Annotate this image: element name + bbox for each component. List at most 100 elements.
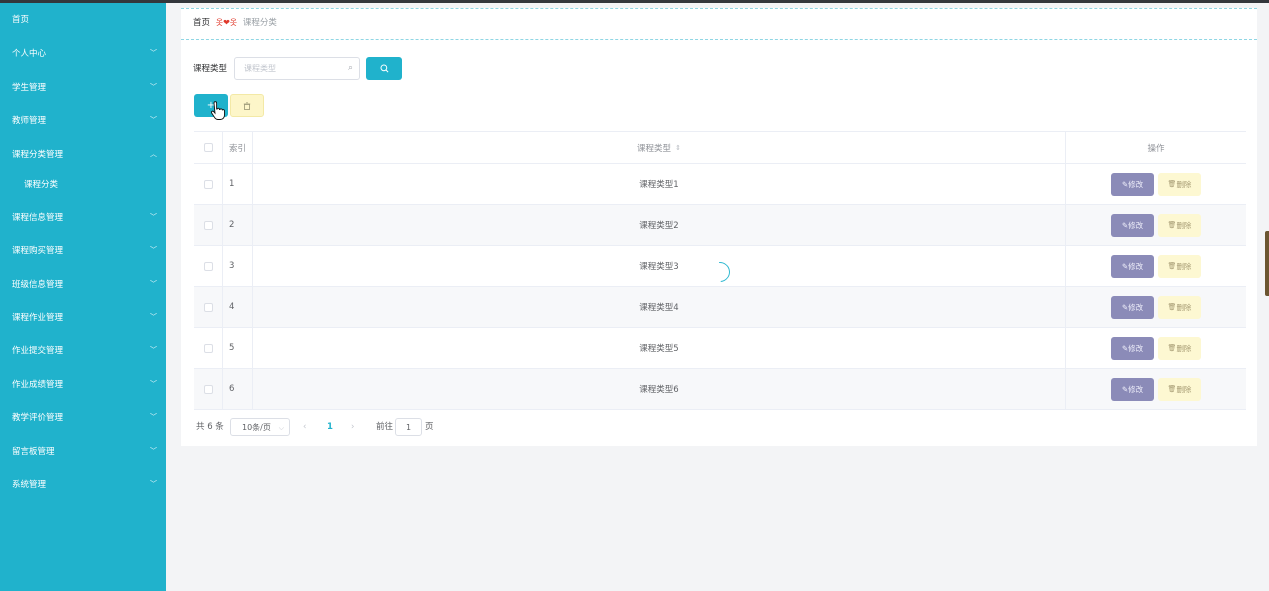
sidebar-item[interactable]: 个人中心 ﹀	[0, 43, 166, 65]
chevron-up-icon: ︿	[150, 150, 157, 158]
row-type-cell: 课程类型6	[253, 369, 1066, 409]
pagination-total: 共 6 条	[196, 422, 224, 432]
chevron-down-icon: ﹀	[150, 213, 157, 221]
header-index-cell: 索引	[223, 132, 253, 163]
chevron-down-icon: ﹀	[150, 83, 157, 91]
sidebar-item[interactable]: 系统管理 ﹀	[0, 474, 166, 496]
trash-icon: 🗑	[1167, 344, 1177, 352]
chevron-down-icon: ﹀	[150, 413, 157, 421]
sidebar-item[interactable]: 首页	[0, 9, 166, 31]
breadcrumb: 首页 옷❤옷 课程分类	[181, 8, 1257, 40]
row-index: 5	[229, 343, 235, 353]
row-checkbox[interactable]	[203, 302, 213, 312]
row-index-cell: 3	[223, 246, 253, 286]
sidebar-item-label: 首页	[12, 15, 30, 25]
chevron-down-icon: ﹀	[150, 116, 157, 124]
delete-button[interactable]: 🗑 删除	[1158, 213, 1201, 237]
row-checkbox[interactable]	[203, 179, 213, 189]
row-checkbox-cell	[194, 205, 223, 245]
row-index: 1	[229, 179, 235, 189]
sidebar-item-label: 作业成绩管理	[12, 380, 64, 390]
sort-icon[interactable]: ⇕	[675, 144, 681, 152]
sidebar-item[interactable]: 教师管理 ﹀	[0, 110, 166, 132]
sidebar-item[interactable]: 班级信息管理 ﹀	[0, 274, 166, 296]
search-icon: ⌕	[347, 63, 353, 73]
sidebar-item[interactable]: 课程购买管理 ﹀	[0, 240, 166, 262]
table-row: 5 课程类型5 ✎ 修改 🗑 删除	[194, 328, 1246, 369]
header-type-cell[interactable]: 课程类型 ⇕	[253, 132, 1066, 163]
table-header: 索引 课程类型 ⇕ 操作	[194, 131, 1246, 164]
delete-button[interactable]: 🗑 删除	[1158, 295, 1201, 319]
chevron-down-icon: ﹀	[150, 480, 157, 488]
select-all-checkbox[interactable]	[203, 143, 213, 152]
page-size-select[interactable]: 10条/页 ⌵	[230, 418, 290, 436]
sidebar-item-label: 留言板管理	[12, 447, 55, 457]
row-checkbox[interactable]	[203, 220, 213, 230]
row-course-type: 课程类型5	[639, 344, 679, 354]
row-index: 3	[229, 261, 235, 271]
sidebar-item[interactable]: 课程作业管理 ﹀	[0, 307, 166, 329]
prev-page-button[interactable]: ‹	[303, 418, 306, 436]
sidebar-item[interactable]: 教学评价管理 ﹀	[0, 407, 166, 429]
sidebar-item[interactable]: 课程分类	[0, 174, 166, 196]
row-course-type: 课程类型2	[639, 221, 679, 231]
row-checkbox-cell	[194, 369, 223, 409]
row-course-type: 课程类型3	[639, 262, 679, 272]
header-ops-cell: 操作	[1066, 132, 1246, 163]
delete-button[interactable]: 🗑 删除	[1158, 254, 1201, 278]
edit-button-label: 修改	[1128, 384, 1144, 394]
sidebar-item[interactable]: 课程信息管理 ﹀	[0, 207, 166, 229]
edit-button[interactable]: ✎ 修改	[1111, 213, 1154, 237]
search-placeholder: 课程类型	[244, 64, 276, 73]
sidebar-item[interactable]: 作业提交管理 ﹀	[0, 340, 166, 362]
delete-button[interactable]: 🗑 删除	[1158, 377, 1201, 401]
window-top-bar	[0, 0, 1269, 3]
batch-delete-button[interactable]	[230, 94, 264, 117]
sidebar-item[interactable]: 留言板管理 ﹀	[0, 441, 166, 463]
search-button[interactable]	[366, 57, 402, 80]
side-scroll-handle[interactable]	[1265, 231, 1269, 296]
trash-icon	[243, 102, 251, 110]
next-page-button[interactable]: ›	[351, 418, 354, 436]
row-checkbox[interactable]	[203, 261, 213, 271]
row-checkbox[interactable]	[203, 343, 213, 353]
edit-button[interactable]: ✎ 修改	[1111, 377, 1154, 401]
breadcrumb-current: 课程分类	[242, 18, 277, 28]
chevron-down-icon: ⌵	[278, 424, 284, 432]
sidebar-item[interactable]: 学生管理 ﹀	[0, 77, 166, 99]
page-number-current[interactable]: 1	[327, 418, 333, 436]
edit-button[interactable]: ✎ 修改	[1111, 172, 1154, 196]
page-size-value: 10条/页	[242, 423, 271, 432]
edit-button[interactable]: ✎ 修改	[1111, 254, 1154, 278]
row-type-cell: 课程类型1	[253, 164, 1066, 204]
trash-icon: 🗑	[1167, 303, 1177, 311]
search-label: 课程类型	[193, 64, 228, 74]
row-ops-cell: ✎ 修改 🗑 删除	[1066, 369, 1246, 409]
row-checkbox[interactable]	[203, 384, 213, 394]
sidebar-item[interactable]: 课程分类管理 ︿	[0, 144, 166, 166]
chevron-down-icon: ﹀	[150, 447, 157, 455]
column-header-index: 索引	[229, 143, 247, 154]
sidebar-item-label: 教师管理	[12, 116, 47, 126]
table-row: 2 课程类型2 ✎ 修改 🗑 删除	[194, 205, 1246, 246]
search-icon	[379, 64, 388, 73]
row-type-cell: 课程类型5	[253, 328, 1066, 368]
sidebar-item-label: 课程分类管理	[12, 150, 64, 160]
delete-button[interactable]: 🗑 删除	[1158, 172, 1201, 196]
goto-label: 前往	[376, 422, 394, 432]
edit-button[interactable]: ✎ 修改	[1111, 336, 1154, 360]
sidebar-item-label: 课程作业管理	[12, 313, 64, 323]
sidebar-item[interactable]: 作业成绩管理 ﹀	[0, 374, 166, 396]
search-input[interactable]: 课程类型 ⌕	[234, 57, 360, 80]
goto-page-input[interactable]: 1	[395, 418, 422, 436]
row-course-type: 课程类型1	[639, 180, 679, 190]
column-header-type: 课程类型	[637, 143, 672, 154]
row-checkbox-cell	[194, 287, 223, 327]
delete-button-label: 删除	[1176, 343, 1192, 353]
delete-button-label: 删除	[1176, 302, 1192, 312]
sidebar-item-label: 课程分类	[24, 180, 59, 190]
edit-button[interactable]: ✎ 修改	[1111, 295, 1154, 319]
edit-button-label: 修改	[1128, 179, 1144, 189]
delete-button[interactable]: 🗑 删除	[1158, 336, 1201, 360]
breadcrumb-home[interactable]: 首页	[193, 18, 210, 28]
